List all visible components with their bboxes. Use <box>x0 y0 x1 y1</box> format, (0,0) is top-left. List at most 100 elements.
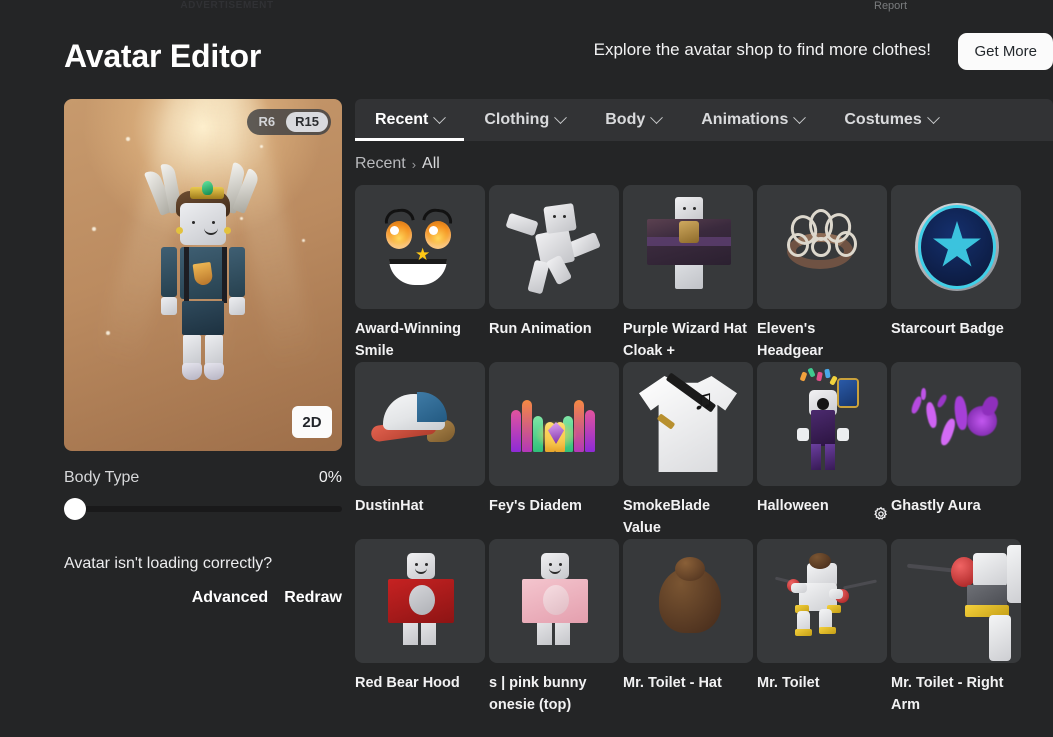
item-name: Run Animation <box>489 321 592 337</box>
item-card: DustinHat <box>355 362 489 539</box>
item-card: Starcourt Badge <box>891 185 1025 362</box>
item-thumbnail[interactable] <box>891 185 1021 309</box>
item-name: DustinHat <box>355 498 424 514</box>
item-name: Ghastly Aura <box>891 498 981 514</box>
view-2d-button[interactable]: 2D <box>292 406 332 438</box>
mr-toilet-right-arm-icon <box>891 539 1021 663</box>
breadcrumb-root[interactable]: Recent <box>355 155 406 173</box>
get-more-button[interactable]: Get More <box>958 33 1053 70</box>
avatar-actions: Advanced Redraw <box>64 589 342 607</box>
item-card: Ghastly Aura <box>891 362 1025 539</box>
item-thumbnail[interactable] <box>757 362 887 486</box>
eleven-headgear-icon <box>757 185 887 309</box>
body-type-label: Body Type <box>64 469 140 486</box>
item-card: ♫ SmokeBlade Value <box>623 362 757 539</box>
redraw-button[interactable]: Redraw <box>284 589 342 607</box>
item-thumbnail[interactable]: ♫ <box>623 362 753 486</box>
item-name: Mr. Toilet - Hat <box>623 675 722 691</box>
item-card: Mr. Toilet <box>757 539 891 716</box>
item-thumbnail[interactable] <box>757 539 887 663</box>
item-name: Fey's Diadem <box>489 498 582 514</box>
purple-wizard-icon <box>623 185 753 309</box>
item-card: Eleven's Headgear <box>757 185 891 362</box>
item-name: Mr. Toilet <box>757 675 820 691</box>
dustin-hat-icon <box>355 362 485 486</box>
category-tabs: Recent Clothing Body Animations Costumes <box>355 99 1053 141</box>
mr-toilet-icon <box>757 539 887 663</box>
breadcrumb: Recent › All <box>355 155 1053 173</box>
tab-label: Recent <box>375 111 429 128</box>
item-thumbnail[interactable] <box>355 362 485 486</box>
avatar-figure <box>128 151 278 421</box>
tab-clothing[interactable]: Clothing <box>464 99 585 141</box>
music-note-icon: ♫ <box>693 384 714 415</box>
page-title: Avatar Editor <box>64 38 262 74</box>
tab-label: Animations <box>701 111 789 128</box>
item-name: SmokeBlade Value <box>623 498 711 536</box>
item-name: Eleven's Headgear <box>757 321 824 359</box>
ghastly-aura-icon <box>891 362 1021 486</box>
breadcrumb-separator-icon: › <box>411 156 417 172</box>
tab-label: Costumes <box>844 111 922 128</box>
item-thumbnail[interactable]: ★ <box>355 185 485 309</box>
item-card: Run Animation <box>489 185 623 362</box>
item-name: Starcourt Badge <box>891 321 1004 337</box>
tab-body[interactable]: Body <box>585 99 681 141</box>
halloween-costume-icon <box>757 362 887 486</box>
rig-option-r6[interactable]: R6 <box>250 112 285 132</box>
item-thumbnail[interactable] <box>489 539 619 663</box>
body-type-row: Body Type 0% <box>64 469 342 487</box>
item-name: s | pink bunny onesie (top) <box>489 675 587 713</box>
item-thumbnail[interactable] <box>355 539 485 663</box>
item-card: Mr. Toilet - Right Arm <box>891 539 1025 716</box>
star-icon: ★ <box>415 245 431 264</box>
item-thumbnail[interactable] <box>623 185 753 309</box>
chevron-down-icon <box>650 110 664 124</box>
item-thumbnail[interactable] <box>891 539 1021 663</box>
tab-label: Body <box>605 111 646 128</box>
item-thumbnail[interactable] <box>891 362 1021 486</box>
sparkle-icon <box>260 145 263 148</box>
item-name: Mr. Toilet - Right Arm <box>891 675 1004 713</box>
item-name: Red Bear Hood <box>355 675 460 691</box>
gear-icon[interactable] <box>873 506 889 522</box>
item-name: Halloween <box>757 498 829 514</box>
chevron-down-icon <box>926 110 940 124</box>
promo-text: Explore the avatar shop to find more clo… <box>593 40 931 59</box>
tab-label: Clothing <box>484 111 550 128</box>
tab-animations[interactable]: Animations <box>681 99 824 141</box>
item-thumbnail[interactable] <box>757 185 887 309</box>
chevron-down-icon <box>433 110 447 124</box>
avatar-loading-question: Avatar isn't loading correctly? <box>64 555 273 572</box>
pink-bunny-onesie-icon <box>489 539 619 663</box>
smile-face-icon: ★ <box>355 185 485 309</box>
body-type-slider[interactable] <box>64 498 342 520</box>
advertisement-label: ADVERTISEMENT <box>180 0 274 11</box>
item-card: Red Bear Hood <box>355 539 489 716</box>
item-card: Halloween <box>757 362 891 539</box>
chevron-down-icon <box>793 110 807 124</box>
sparkle-icon <box>302 239 305 242</box>
sparkle-icon <box>126 137 130 141</box>
avatar-editor-page: ADVERTISEMENT Report Avatar Editor Explo… <box>0 0 1053 737</box>
advanced-button[interactable]: Advanced <box>192 589 268 607</box>
item-name: Purple Wizard Hat Cloak + <box>623 321 747 359</box>
item-name: Award-Winning Smile <box>355 321 461 359</box>
item-card: Purple Wizard Hat Cloak + <box>623 185 757 362</box>
slider-thumb[interactable] <box>64 498 86 520</box>
item-thumbnail[interactable] <box>489 185 619 309</box>
item-thumbnail[interactable] <box>623 539 753 663</box>
breadcrumb-current: All <box>422 155 440 172</box>
slider-track[interactable] <box>64 506 342 512</box>
report-link[interactable]: Report <box>874 0 907 13</box>
item-thumbnail[interactable] <box>489 362 619 486</box>
tab-costumes[interactable]: Costumes <box>824 99 957 141</box>
catalog-panel: Recent Clothing Body Animations Costumes… <box>355 99 1053 716</box>
rig-type-toggle[interactable]: R6 R15 <box>246 109 331 135</box>
starcourt-badge-icon <box>891 185 1021 309</box>
item-card: s | pink bunny onesie (top) <box>489 539 623 716</box>
avatar-preview-stage[interactable]: R6 R15 2D <box>64 99 342 451</box>
rig-option-r15[interactable]: R15 <box>286 112 328 132</box>
chevron-down-icon <box>554 110 568 124</box>
tab-recent[interactable]: Recent <box>355 99 465 141</box>
